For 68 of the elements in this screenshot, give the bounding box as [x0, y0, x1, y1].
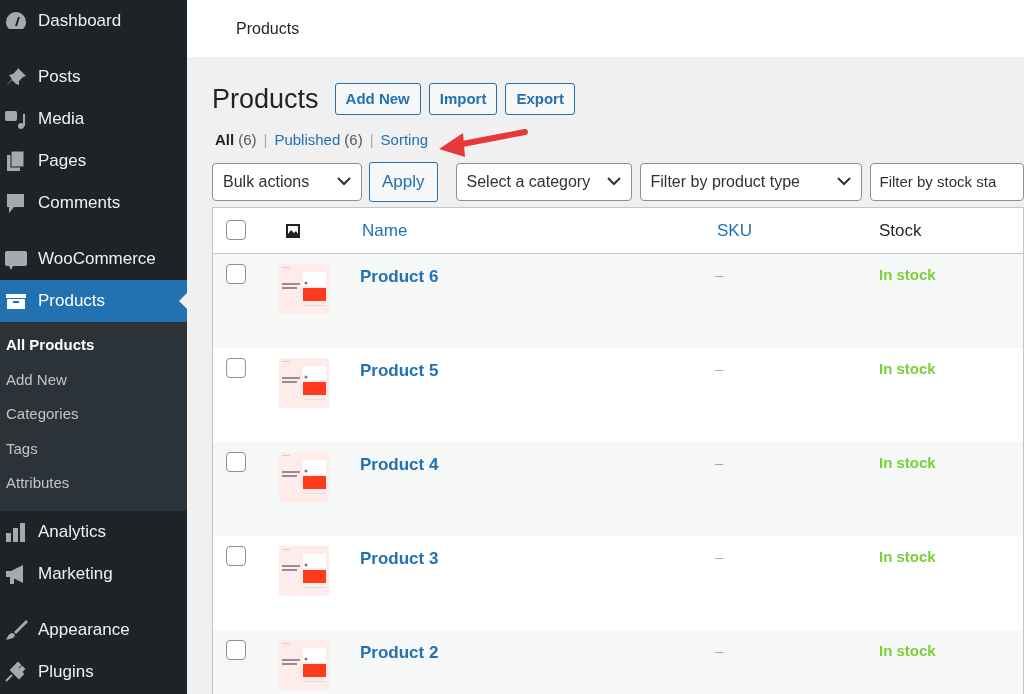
sku-cell-text: –: [714, 546, 725, 567]
sidebar-item[interactable]: Pages: [0, 140, 187, 182]
stock-status: In stock: [878, 640, 937, 661]
view-count: (6): [344, 131, 363, 149]
stock-status: In stock: [878, 546, 937, 567]
page-action-button[interactable]: Import: [428, 83, 498, 116]
chevron-down-icon: [337, 177, 351, 187]
product-name-link[interactable]: Product 4: [346, 454, 439, 474]
stock-status: In stock: [878, 452, 937, 473]
header-title: Products: [236, 18, 300, 39]
row-checkbox[interactable]: [226, 263, 246, 284]
chevron-down-icon: [836, 177, 851, 187]
select-all-checkbox[interactable]: [226, 220, 246, 241]
sidebar-item[interactable]: Plugins: [0, 650, 187, 693]
product-name-link[interactable]: Product 2: [346, 642, 439, 662]
sku-cell-text: –: [714, 358, 725, 379]
sku-cell-text: –: [714, 640, 725, 661]
page-title: Products: [212, 83, 319, 116]
view-filter-link[interactable]: Published: [274, 131, 341, 149]
submenu-item[interactable]: Attributes: [0, 466, 187, 501]
page-action-button[interactable]: Export: [505, 83, 575, 116]
image-icon: [285, 223, 301, 240]
paintbrush-icon: [4, 618, 28, 641]
submenu-item[interactable]: Categories: [0, 397, 187, 432]
woo-bubble-icon: [4, 248, 28, 270]
row-checkbox[interactable]: [226, 451, 246, 472]
sidebar-item[interactable]: Analytics: [0, 510, 187, 553]
dashboard-gauge-icon: [4, 10, 28, 32]
sidebar-item[interactable]: Marketing: [0, 552, 187, 595]
sidebar-item[interactable]: Posts: [0, 56, 187, 98]
sidebar-item[interactable]: Products: [0, 280, 187, 322]
view-filter-link[interactable]: Sorting: [380, 131, 429, 149]
page-action-button[interactable]: Add New: [334, 83, 421, 116]
view-filter-link[interactable]: All: [215, 131, 235, 149]
separator: |: [369, 131, 374, 149]
select-dropdown[interactable]: Filter by stock sta: [869, 162, 1024, 201]
sku-cell-text: –: [714, 452, 725, 473]
column-header: Stock: [878, 219, 923, 242]
submenu-item[interactable]: All Products: [0, 328, 187, 363]
row-checkbox[interactable]: [226, 639, 246, 660]
sidebar-item[interactable]: Media: [0, 98, 187, 140]
sidebar-item[interactable]: WooCommerce: [0, 238, 187, 280]
product-name-link[interactable]: Product 6: [346, 266, 439, 286]
sidebar-item[interactable]: Appearance: [0, 608, 187, 651]
apply-button[interactable]: Apply: [369, 161, 438, 202]
sidebar-item[interactable]: Comments: [0, 182, 187, 224]
select-dropdown[interactable]: Filter by product type: [639, 162, 862, 201]
submenu-item[interactable]: Tags: [0, 431, 187, 466]
product-name-link[interactable]: Product 5: [346, 360, 439, 380]
sidebar-item[interactable]: Dashboard: [0, 0, 187, 42]
camera-music-icon: [4, 108, 28, 130]
stock-status: In stock: [878, 264, 937, 285]
select-dropdown[interactable]: Select a category: [455, 162, 632, 201]
product-name-link[interactable]: Product 3: [346, 548, 439, 568]
separator: |: [263, 131, 268, 149]
plug-icon: [4, 660, 28, 683]
sku-cell-text: –: [714, 264, 725, 285]
chevron-down-icon: [606, 177, 621, 187]
stock-status: In stock: [878, 358, 937, 379]
row-checkbox[interactable]: [226, 545, 246, 566]
view-count: (6): [238, 131, 257, 149]
bar-chart-icon: [4, 520, 28, 543]
select-dropdown[interactable]: Bulk actions: [212, 162, 362, 201]
column-header[interactable]: Name: [346, 217, 701, 244]
column-header[interactable]: SKU: [701, 217, 863, 244]
pin-icon: [4, 66, 28, 88]
submenu-item[interactable]: Add New: [0, 362, 187, 397]
row-checkbox[interactable]: [226, 357, 246, 378]
